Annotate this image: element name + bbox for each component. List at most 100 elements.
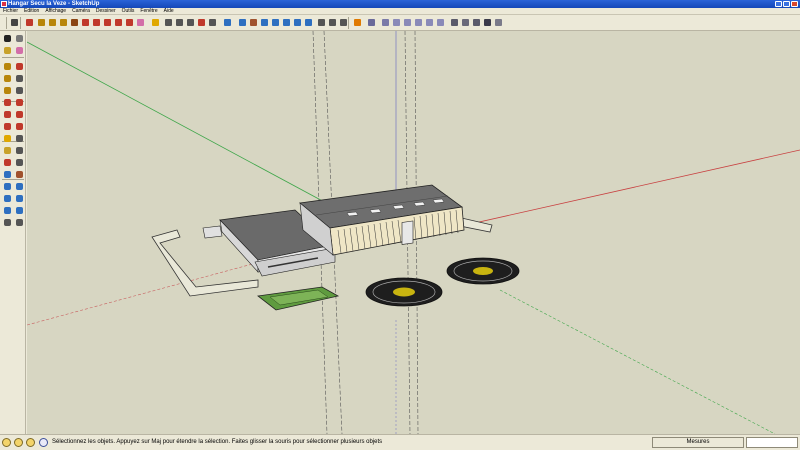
axes-icon[interactable]	[2, 157, 13, 168]
menu-fichier[interactable]: Fichier	[0, 8, 21, 15]
close-button[interactable]	[791, 1, 798, 7]
scale-icon[interactable]	[113, 17, 124, 28]
protractor-icon[interactable]	[174, 17, 185, 28]
eraser-icon[interactable]	[14, 45, 25, 56]
rotate-icon[interactable]	[91, 17, 102, 28]
help-icon[interactable]	[39, 438, 48, 447]
look-around-icon[interactable]	[338, 17, 349, 28]
xray-icon[interactable]	[366, 17, 377, 28]
wireframe-icon[interactable]	[449, 17, 460, 28]
right-view-icon[interactable]	[413, 17, 424, 28]
hidden-line-icon[interactable]	[460, 17, 471, 28]
scene-canvas[interactable]	[27, 31, 800, 434]
freehand-icon[interactable]	[14, 85, 25, 96]
pan-icon[interactable]	[14, 169, 25, 180]
eraser-icon[interactable]	[135, 17, 146, 28]
pencil-icon[interactable]	[24, 17, 35, 28]
offset-icon[interactable]	[124, 17, 135, 28]
eraser-icon	[16, 47, 23, 54]
position-camera-icon[interactable]	[316, 17, 327, 28]
orbit-icon[interactable]	[2, 169, 13, 180]
monochrome-icon[interactable]	[493, 17, 504, 28]
paint-bucket-icon[interactable]	[222, 17, 233, 28]
menu-edition[interactable]: Edition	[21, 8, 42, 15]
zoom-icon[interactable]	[259, 17, 270, 28]
menu-dessiner[interactable]: Dessiner	[93, 8, 119, 15]
walk-icon[interactable]	[327, 17, 338, 28]
circle-icon[interactable]	[2, 73, 13, 84]
credits-icon[interactable]	[14, 438, 23, 447]
push-pull-icon[interactable]	[69, 17, 80, 28]
hangar-building[interactable]	[202, 184, 465, 277]
front-view-icon[interactable]	[402, 17, 413, 28]
text-icon[interactable]	[14, 145, 25, 156]
next-view-icon[interactable]	[303, 17, 314, 28]
user-icon[interactable]	[26, 438, 35, 447]
position-camera-icon[interactable]	[2, 205, 13, 216]
menu-aide[interactable]: Aide	[161, 8, 177, 15]
minimize-button[interactable]	[775, 1, 782, 7]
tape-measure-icon[interactable]	[2, 133, 13, 144]
line-icon[interactable]	[14, 61, 25, 72]
paint-bucket-icon[interactable]	[2, 45, 13, 56]
move-icon[interactable]	[2, 97, 13, 108]
top-view-icon[interactable]	[391, 17, 402, 28]
shaded-icon[interactable]	[471, 17, 482, 28]
menu-camera[interactable]: Caméra	[69, 8, 93, 15]
follow-me-icon[interactable]	[14, 109, 25, 120]
arc-icon[interactable]	[14, 73, 25, 84]
back-view-icon[interactable]	[424, 17, 435, 28]
previous-view-icon[interactable]	[14, 193, 25, 204]
shaded-textures-icon[interactable]	[482, 17, 493, 28]
push-pull-icon	[16, 99, 23, 106]
3d-text-icon[interactable]	[14, 157, 25, 168]
scale-icon[interactable]	[2, 121, 13, 132]
measures-input[interactable]	[746, 437, 798, 448]
rotate-icon[interactable]	[2, 109, 13, 120]
previous-view-icon[interactable]	[292, 17, 303, 28]
move-icon[interactable]	[80, 17, 91, 28]
offset-icon[interactable]	[14, 121, 25, 132]
rectangle-icon[interactable]	[2, 61, 13, 72]
model-viewport[interactable]	[27, 31, 800, 434]
select-arrow-icon[interactable]	[2, 33, 13, 44]
menu-fenetre[interactable]: Fenêtre	[137, 8, 160, 15]
green-pad[interactable]	[257, 286, 340, 311]
helipad-2[interactable]	[446, 257, 520, 285]
follow-me-icon[interactable]	[102, 17, 113, 28]
zoom-extents-icon[interactable]	[281, 17, 292, 28]
zoom-window-icon[interactable]	[14, 181, 25, 192]
section-plane-icon[interactable]	[352, 17, 363, 28]
orbit-icon[interactable]	[237, 17, 248, 28]
iso-view-icon[interactable]	[380, 17, 391, 28]
dimension-icon[interactable]	[14, 133, 25, 144]
arc-icon[interactable]	[58, 17, 69, 28]
section-plane-icon[interactable]	[14, 217, 25, 228]
polygon-icon[interactable]	[2, 85, 13, 96]
zoom-icon[interactable]	[2, 181, 13, 192]
menu-outils[interactable]: Outils	[119, 8, 138, 15]
menu-affichage[interactable]: Affichage	[42, 8, 69, 15]
line-icon	[16, 63, 23, 70]
tape-measure-icon[interactable]	[150, 17, 161, 28]
select-arrow-icon[interactable]	[9, 17, 20, 28]
rectangle-icon[interactable]	[36, 17, 47, 28]
make-component-icon[interactable]	[14, 33, 25, 44]
helipad-1[interactable]	[365, 277, 443, 307]
geolocation-icon[interactable]	[2, 438, 11, 447]
move-icon	[82, 19, 89, 26]
look-around-icon[interactable]	[2, 217, 13, 228]
walk-icon[interactable]	[14, 205, 25, 216]
zoom-extents-icon[interactable]	[2, 193, 13, 204]
left-view-icon[interactable]	[435, 17, 446, 28]
text-icon[interactable]	[185, 17, 196, 28]
circle-icon[interactable]	[47, 17, 58, 28]
maximize-button[interactable]	[783, 1, 790, 7]
dimension-icon[interactable]	[163, 17, 174, 28]
axes-icon[interactable]	[196, 17, 207, 28]
3d-text-icon[interactable]	[207, 17, 218, 28]
protractor-icon[interactable]	[2, 145, 13, 156]
pan-icon[interactable]	[248, 17, 259, 28]
zoom-window-icon[interactable]	[270, 17, 281, 28]
push-pull-icon[interactable]	[14, 97, 25, 108]
